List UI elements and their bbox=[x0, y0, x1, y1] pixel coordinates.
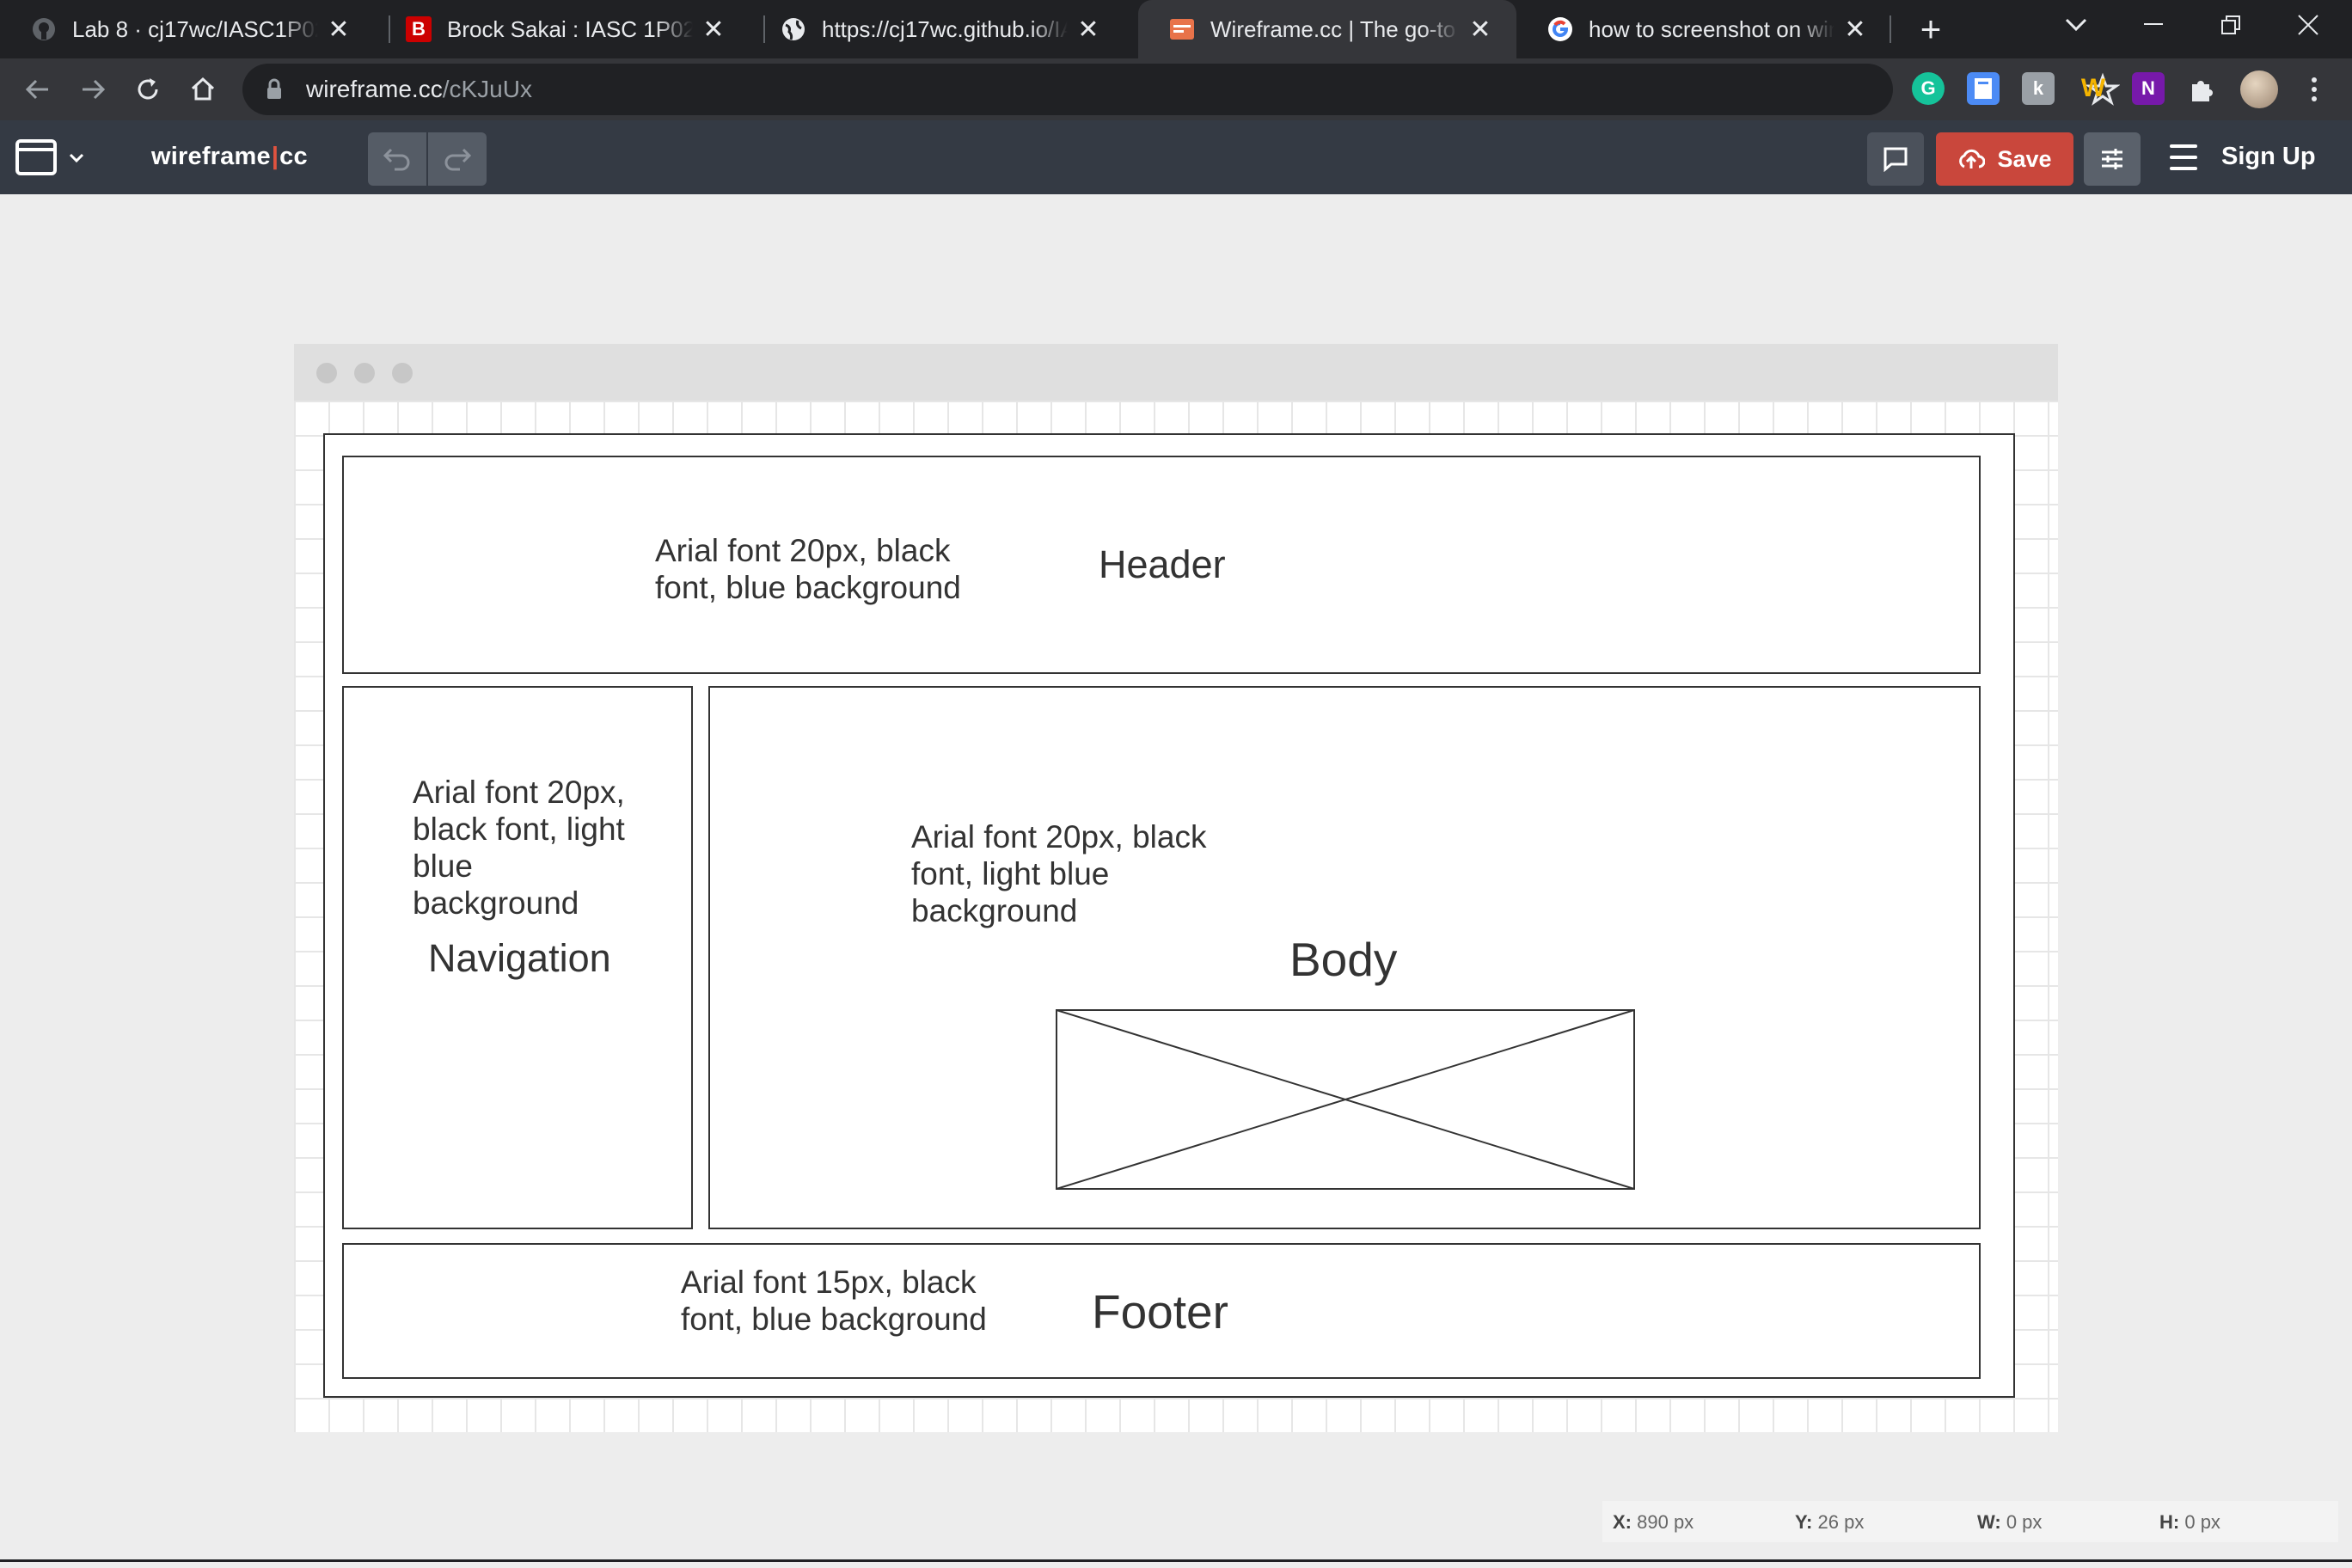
header-note[interactable]: Arial font 20px, black font, blue backgr… bbox=[655, 532, 982, 606]
sliders-icon bbox=[2102, 149, 2122, 169]
x-label: X: bbox=[1613, 1511, 1632, 1533]
weava-icon[interactable]: W bbox=[2077, 72, 2110, 105]
tab-strip: Lab 8 · cj17wc/IASC1P02@42 ✕ B Brock Sak… bbox=[0, 0, 2352, 58]
url-host: wireframe.cc bbox=[306, 76, 443, 102]
y-label: Y: bbox=[1795, 1511, 1813, 1533]
tab-google-search[interactable]: how to screenshot on windo ✕ bbox=[1516, 0, 1891, 58]
home-button[interactable] bbox=[184, 70, 222, 108]
extensions-puzzle-icon[interactable] bbox=[2187, 72, 2220, 105]
status-bar: X: 890 px Y: 26 px W: 0 px H: 0 px bbox=[1602, 1501, 2338, 1542]
tab-title: Wireframe.cc | The go-to free bbox=[1210, 15, 1460, 42]
w-readout: W: 0 px bbox=[1977, 1511, 2042, 1534]
h-label: H: bbox=[2159, 1511, 2180, 1533]
profile-avatar[interactable] bbox=[2240, 70, 2278, 108]
google-icon bbox=[1547, 16, 1573, 42]
close-icon[interactable]: ✕ bbox=[1841, 15, 1869, 44]
canvas-window-titlebar bbox=[294, 344, 2058, 401]
header-label[interactable]: Header bbox=[1099, 542, 1226, 587]
globe-icon bbox=[781, 16, 806, 42]
window-dot bbox=[354, 363, 375, 383]
logo-text-right: cc bbox=[279, 143, 308, 170]
h-readout: H: 0 px bbox=[2159, 1511, 2220, 1534]
tab-divider bbox=[1890, 15, 1891, 43]
chevron-down-icon[interactable] bbox=[69, 146, 84, 168]
close-icon[interactable]: ✕ bbox=[1467, 15, 1494, 44]
navigation-note[interactable]: Arial font 20px, black font, light blue … bbox=[413, 774, 646, 922]
browser-menu-icon[interactable] bbox=[2304, 70, 2324, 108]
new-tab-button[interactable]: + bbox=[1910, 9, 1951, 50]
settings-sliders-button[interactable] bbox=[2084, 132, 2141, 186]
brock-b-icon: B bbox=[406, 16, 432, 42]
comment-icon bbox=[1883, 147, 1908, 172]
browser-window-icon[interactable] bbox=[15, 139, 57, 175]
tab-title: Brock Sakai : IASC 1P02 D02 bbox=[447, 15, 693, 42]
x-readout: X: 890 px bbox=[1613, 1511, 1694, 1534]
close-icon[interactable]: ✕ bbox=[325, 15, 352, 44]
y-readout: Y: 26 px bbox=[1795, 1511, 1864, 1534]
back-button[interactable] bbox=[19, 70, 57, 108]
app-logo[interactable]: wireframe|cc bbox=[151, 143, 308, 171]
close-window-button[interactable] bbox=[2271, 0, 2345, 50]
tab-github[interactable]: Lab 8 · cj17wc/IASC1P02@42 ✕ bbox=[0, 0, 375, 58]
github-icon bbox=[31, 16, 57, 42]
lock-icon[interactable] bbox=[261, 77, 287, 102]
reload-button[interactable] bbox=[129, 70, 167, 108]
notebook-icon[interactable] bbox=[1967, 72, 2000, 105]
navigation-label[interactable]: Navigation bbox=[428, 936, 611, 981]
h-value: 0 px bbox=[2184, 1511, 2220, 1533]
onenote-icon[interactable]: N bbox=[2132, 72, 2165, 105]
logo-separator: | bbox=[271, 143, 279, 170]
url-path: /cKJuUx bbox=[442, 76, 532, 102]
w-label: W: bbox=[1977, 1511, 2001, 1533]
wireframe-icon bbox=[1169, 16, 1195, 42]
redo-button[interactable] bbox=[428, 132, 487, 186]
forward-button[interactable] bbox=[74, 70, 112, 108]
grammarly-icon[interactable]: G bbox=[1912, 72, 1945, 105]
tab-title: https://cj17wc.github.io/IASC bbox=[822, 15, 1068, 42]
undo-button[interactable] bbox=[368, 132, 426, 186]
tab-wireframe[interactable]: Wireframe.cc | The go-to free ✕ bbox=[1138, 0, 1516, 58]
close-icon[interactable]: ✕ bbox=[700, 15, 727, 44]
close-icon[interactable]: ✕ bbox=[1075, 15, 1102, 44]
save-label: Save bbox=[1997, 145, 2052, 172]
window-dot bbox=[316, 363, 337, 383]
y-value: 26 px bbox=[1817, 1511, 1865, 1533]
browser-toolbar: wireframe.cc/cKJuUx G k W N bbox=[0, 58, 2352, 120]
sign-up-link[interactable]: Sign Up bbox=[2221, 143, 2316, 171]
body-label[interactable]: Body bbox=[1289, 933, 1397, 986]
footer-label[interactable]: Footer bbox=[1092, 1285, 1228, 1338]
app-toolbar: wireframe|cc Save Sign Up bbox=[0, 120, 2352, 194]
address-bar[interactable]: wireframe.cc/cKJuUx bbox=[242, 64, 2121, 115]
tab-title: Lab 8 · cj17wc/IASC1P02@42 bbox=[72, 15, 318, 42]
restore-button[interactable] bbox=[2194, 0, 2268, 50]
minimize-button[interactable] bbox=[2116, 0, 2190, 50]
tab-title: how to screenshot on windo bbox=[1589, 15, 1834, 42]
tab-search-chevron-icon[interactable] bbox=[2039, 0, 2113, 50]
taskbar-edge bbox=[0, 1559, 2352, 1568]
footer-note[interactable]: Arial font 15px, black font, blue backgr… bbox=[681, 1264, 1008, 1338]
save-button[interactable]: Save bbox=[1936, 132, 2073, 186]
x-value: 890 px bbox=[1637, 1511, 1694, 1533]
comment-button[interactable] bbox=[1867, 132, 1924, 186]
tab-github-io[interactable]: https://cj17wc.github.io/IASC ✕ bbox=[750, 0, 1124, 58]
logo-text-left: wireframe bbox=[151, 143, 271, 170]
hamburger-menu-icon[interactable] bbox=[2170, 144, 2197, 170]
kami-icon[interactable]: k bbox=[2022, 72, 2055, 105]
body-note[interactable]: Arial font 20px, black font, light blue … bbox=[911, 818, 1229, 929]
image-placeholder[interactable] bbox=[1056, 1009, 1635, 1190]
tab-sakai[interactable]: B Brock Sakai : IASC 1P02 D02 ✕ bbox=[375, 0, 750, 58]
cloud-upload-icon bbox=[1959, 149, 1986, 168]
w-value: 0 px bbox=[2006, 1511, 2043, 1533]
window-dot bbox=[392, 363, 413, 383]
